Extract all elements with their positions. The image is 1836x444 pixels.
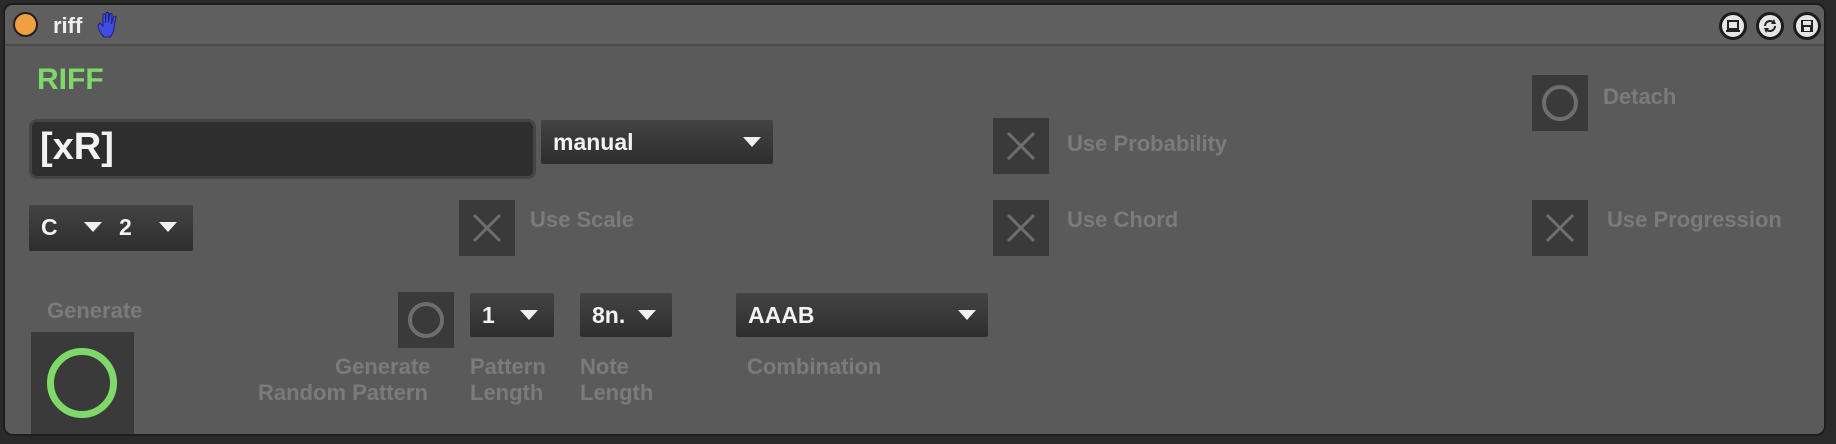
pattern-length-dropdown[interactable]: 1: [470, 293, 554, 337]
use-chord-toggle[interactable]: [993, 200, 1049, 256]
riff-text-field[interactable]: [xR]: [29, 119, 536, 179]
save-icon[interactable]: [1793, 12, 1821, 40]
device-name-label: RIFF: [37, 63, 104, 96]
generate-random-pattern-label-line2: Random Pattern: [258, 380, 428, 405]
key-octave-selector: C 2: [29, 205, 193, 251]
chevron-down-icon: [638, 310, 656, 320]
chevron-down-icon: [743, 137, 761, 147]
device-title: riff: [53, 13, 83, 38]
combination-dropdown[interactable]: AAAB: [736, 293, 988, 337]
combination-label: Combination: [747, 354, 882, 379]
circle-icon: [408, 302, 444, 338]
use-probability-toggle[interactable]: [993, 118, 1049, 174]
device-titlebar: riff: [5, 5, 1824, 46]
circle-icon: [47, 348, 117, 418]
note-length-label-line1: Note: [580, 354, 629, 379]
generate-label: Generate: [47, 298, 143, 323]
pattern-length-label-line1: Pattern: [470, 354, 546, 379]
x-icon: [1006, 213, 1036, 243]
refresh-icon[interactable]: [1756, 12, 1784, 40]
x-icon: [1006, 131, 1036, 161]
combination-value: AAAB: [748, 302, 815, 328]
mode-value: manual: [553, 129, 634, 155]
note-length-value: 8n.: [592, 302, 626, 328]
note-length-label-line2: Length: [580, 380, 654, 405]
hand-icon: [97, 11, 117, 38]
detach-button[interactable]: [1532, 75, 1588, 131]
key-value[interactable]: C: [41, 214, 58, 241]
chevron-down-icon: [958, 310, 976, 320]
generate-button[interactable]: [31, 332, 134, 434]
chevron-down-icon[interactable]: [84, 222, 102, 232]
use-probability-label: Use Probability: [1067, 131, 1228, 156]
octave-value[interactable]: 2: [119, 214, 132, 241]
detach-label: Detach: [1603, 84, 1677, 109]
pattern-length-value: 1: [482, 302, 495, 328]
power-led-icon[interactable]: [13, 12, 38, 37]
pattern-length-label-line2: Length: [470, 380, 544, 405]
circle-icon: [1542, 85, 1578, 121]
pin-icon[interactable]: [1719, 12, 1747, 40]
use-scale-toggle[interactable]: [459, 200, 515, 256]
use-progression-label: Use Progression: [1607, 207, 1782, 232]
use-chord-label: Use Chord: [1067, 207, 1179, 232]
chevron-down-icon[interactable]: [159, 222, 177, 232]
generate-random-pattern-button[interactable]: [398, 292, 454, 348]
note-length-dropdown[interactable]: 8n.: [580, 293, 672, 337]
use-progression-toggle[interactable]: [1532, 200, 1588, 256]
x-icon: [1545, 213, 1575, 243]
mode-dropdown[interactable]: manual: [541, 120, 773, 164]
chevron-down-icon: [520, 310, 538, 320]
generate-random-pattern-label-line1: Generate: [335, 354, 431, 379]
use-scale-label: Use Scale: [530, 207, 634, 232]
riff-device: riff RIFF [xR] manual C 2 Use Scale Use …: [3, 3, 1826, 436]
x-icon: [472, 213, 502, 243]
